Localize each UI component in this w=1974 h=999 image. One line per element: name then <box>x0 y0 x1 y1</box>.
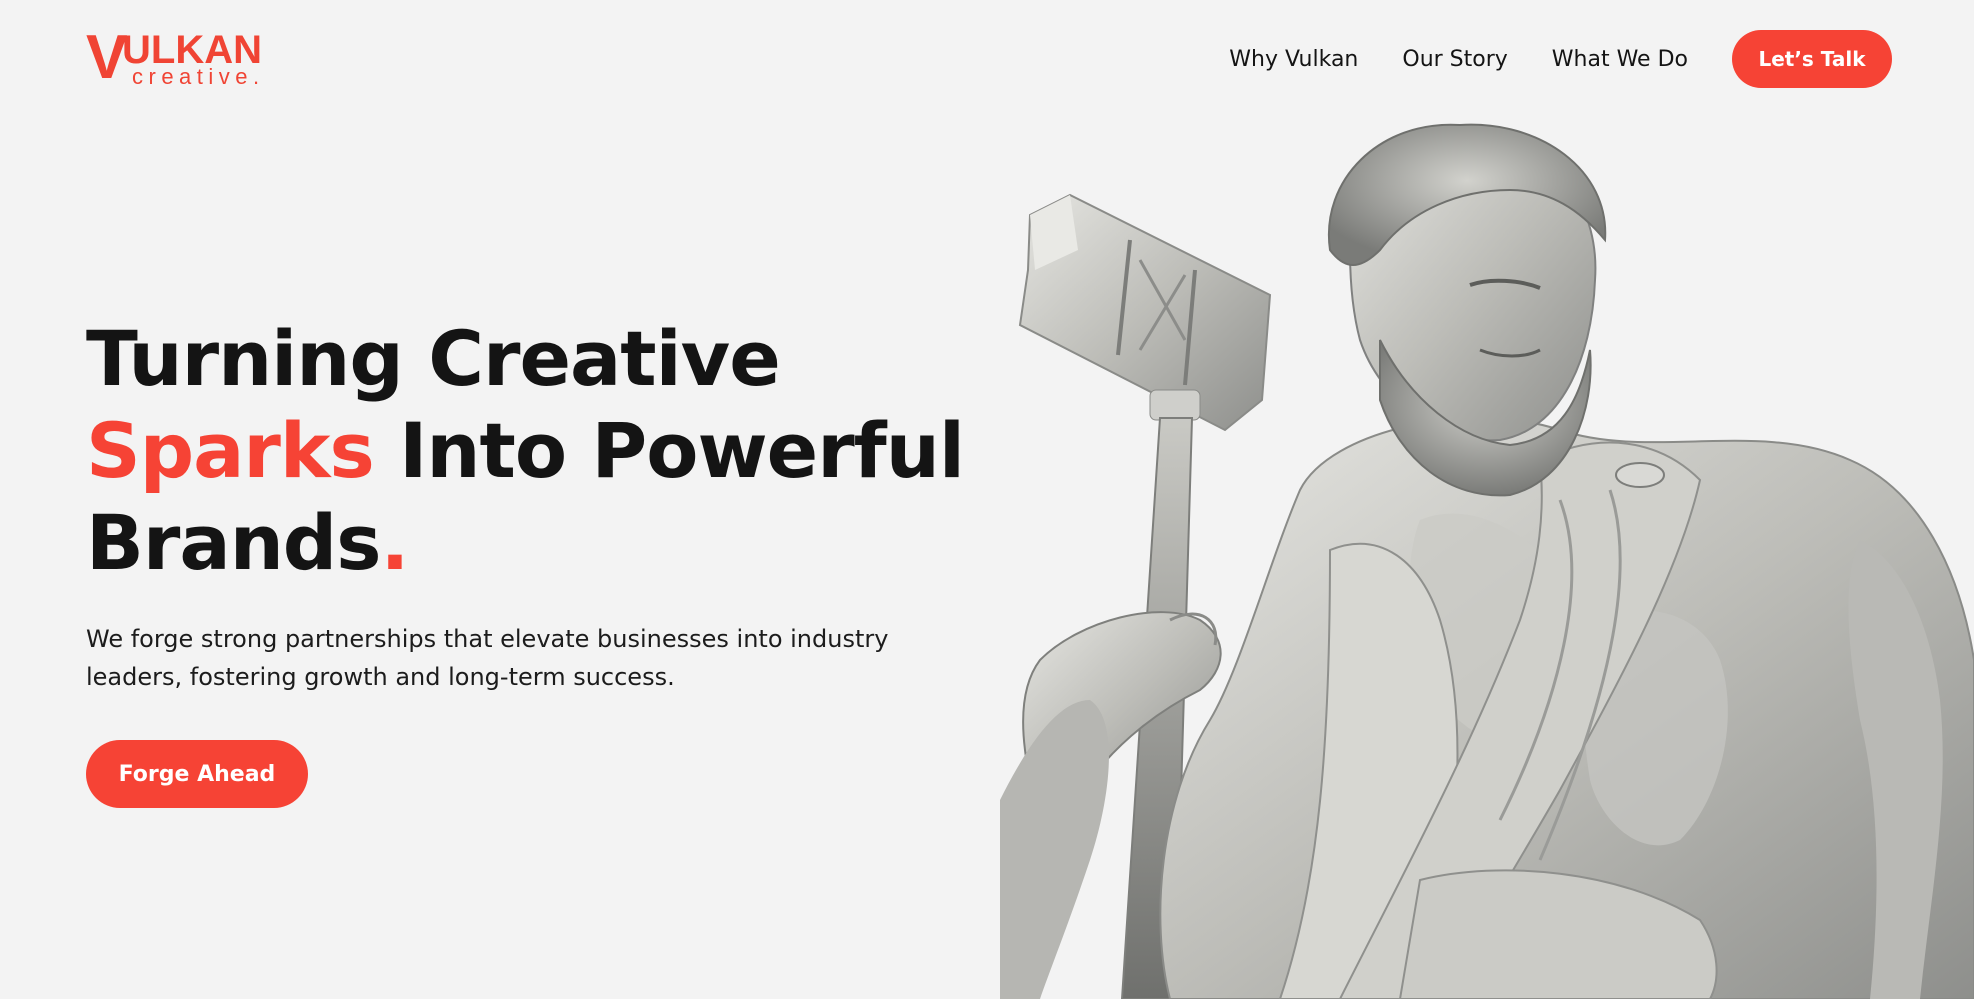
statue-illustration <box>1000 123 1974 999</box>
statue-arm <box>1000 700 1109 999</box>
vulkan-logo[interactable]: V ULKAN creative. <box>86 23 276 92</box>
hero-title-line-3-word: Brands <box>86 498 381 587</box>
logo-subtitle: creative. <box>132 64 265 89</box>
forge-ahead-button[interactable]: Forge Ahead <box>86 740 308 808</box>
hero-title-accent-word: Sparks <box>86 406 375 495</box>
logo-mark: V <box>86 23 127 92</box>
hero-title-period: . <box>380 498 409 587</box>
hero-title-line-3: Brands. <box>86 497 1026 589</box>
main-nav: Why Vulkan Our Story What We Do Let’s Ta… <box>1229 30 1892 88</box>
nav-link-why-vulkan[interactable]: Why Vulkan <box>1229 47 1358 72</box>
statue-hero-image <box>1000 100 1974 999</box>
hammer-head <box>1018 193 1272 432</box>
hero-title-line-2: Sparks Into Powerful <box>86 405 1026 497</box>
lets-talk-button[interactable]: Let’s Talk <box>1732 30 1892 88</box>
nav-link-what-we-do[interactable]: What We Do <box>1552 47 1688 72</box>
nav-link-our-story[interactable]: Our Story <box>1402 47 1507 72</box>
hero-title: Turning Creative Sparks Into Powerful Br… <box>86 313 1026 589</box>
hero-title-line-2-rest: Into Powerful <box>373 406 965 495</box>
hero-subtitle: We forge strong partnerships that elevat… <box>86 625 889 691</box>
drape-clasp <box>1615 462 1665 488</box>
hero-title-line-1: Turning Creative <box>86 314 781 403</box>
